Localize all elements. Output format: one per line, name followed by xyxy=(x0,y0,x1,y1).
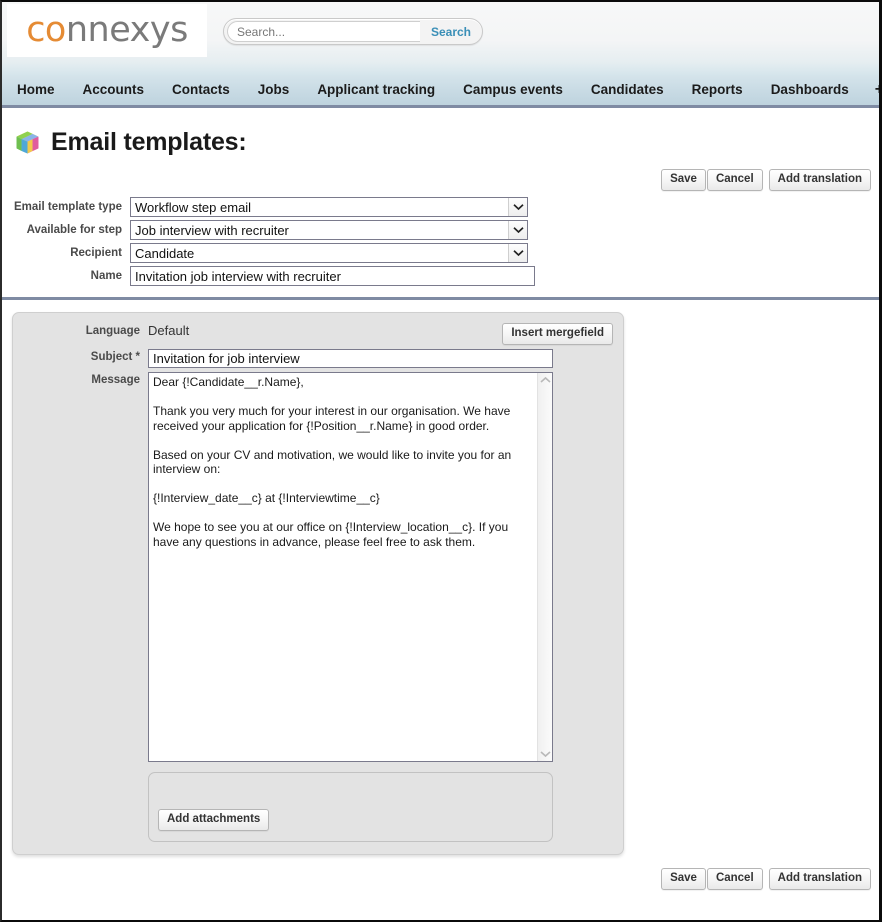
field-row-available-for-step: Available for step Job interview with re… xyxy=(2,220,879,240)
add-attachments-button[interactable]: Add attachments xyxy=(158,809,270,831)
nav-item-candidates[interactable]: Candidates xyxy=(577,75,678,105)
field-row-name: Name xyxy=(2,266,879,286)
select-available-for-step[interactable]: Job interview with recruiter xyxy=(130,220,528,240)
section-divider xyxy=(2,297,879,300)
label-available-for-step: Available for step xyxy=(26,224,122,236)
label-message: Message xyxy=(91,374,140,386)
scroll-up-icon xyxy=(539,376,551,383)
row-language: Language Default Insert mergefield xyxy=(13,323,623,345)
nav-item-home[interactable]: Home xyxy=(15,75,69,105)
translation-panel: Language Default Insert mergefield Subje… xyxy=(12,312,624,855)
row-message: Message Dear {!Candidate__r.Name}, Thank… xyxy=(13,372,623,762)
nav-item-accounts[interactable]: Accounts xyxy=(69,75,159,105)
subject-input[interactable] xyxy=(148,349,553,368)
logo-text-rest: nnexys xyxy=(65,10,188,50)
select-available-for-step-value: Job interview with recruiter xyxy=(135,222,289,238)
save-button-bottom[interactable]: Save xyxy=(661,868,706,890)
add-translation-button-bottom[interactable]: Add translation xyxy=(768,868,871,890)
page-title-row: Email templates: xyxy=(2,108,879,169)
chevron-down-icon xyxy=(508,221,527,239)
message-textarea[interactable]: Dear {!Candidate__r.Name}, Thank you ver… xyxy=(148,372,553,762)
field-row-recipient: Recipient Candidate xyxy=(2,243,879,263)
label-subject: Subject * xyxy=(90,351,140,363)
save-cancel-group-bottom: Save Cancel xyxy=(661,868,763,890)
label-name: Name xyxy=(90,270,122,282)
nav-item-applicant-tracking[interactable]: Applicant tracking xyxy=(303,75,449,105)
cube-icon xyxy=(16,131,39,154)
nav-item-contacts[interactable]: Contacts xyxy=(158,75,244,105)
save-cancel-group: Save Cancel xyxy=(661,169,763,191)
label-recipient: Recipient xyxy=(70,247,122,259)
language-line: Default Insert mergefield xyxy=(148,323,623,345)
label-language: Language xyxy=(85,325,140,337)
language-value: Default xyxy=(148,323,190,338)
nav-item-dashboards[interactable]: Dashboards xyxy=(757,75,863,105)
select-email-template-type[interactable]: Workflow step email xyxy=(130,197,528,217)
select-email-template-type-value: Workflow step email xyxy=(135,199,252,215)
page-header: connexys Search xyxy=(2,2,879,75)
application-window: connexys Search Home Accounts Contacts J… xyxy=(0,0,882,922)
select-recipient[interactable]: Candidate xyxy=(130,243,528,263)
search-button[interactable]: Search xyxy=(420,19,482,44)
toolbar-spacer-bottom xyxy=(763,868,769,890)
attachments-dropzone[interactable]: Add attachments xyxy=(148,772,553,842)
message-scrollbar[interactable] xyxy=(537,373,552,761)
global-search: Search xyxy=(223,18,483,45)
label-email-template-type: Email template type xyxy=(13,201,122,213)
logo-text-accent: co xyxy=(26,10,66,50)
nav-item-campus-events[interactable]: Campus events xyxy=(449,75,577,105)
add-tab-button[interactable]: + xyxy=(863,76,879,104)
insert-mergefield-button[interactable]: Insert mergefield xyxy=(502,323,613,345)
logo-wordmark: connexys xyxy=(26,13,188,48)
template-header-form: Email template type Workflow step email … xyxy=(2,191,879,286)
save-button-top[interactable]: Save xyxy=(661,169,706,191)
add-translation-button-top[interactable]: Add translation xyxy=(768,169,871,191)
main-navigation: Home Accounts Contacts Jobs Applicant tr… xyxy=(2,75,879,108)
cancel-button-bottom[interactable]: Cancel xyxy=(706,868,763,890)
name-input[interactable] xyxy=(130,266,535,286)
cancel-button-top[interactable]: Cancel xyxy=(706,169,763,191)
select-recipient-value: Candidate xyxy=(135,245,195,261)
field-row-email-template-type: Email template type Workflow step email xyxy=(2,197,879,217)
row-subject: Subject * xyxy=(13,349,623,368)
chevron-down-icon xyxy=(508,244,527,262)
connexys-logo[interactable]: connexys xyxy=(7,4,207,57)
chevron-down-icon xyxy=(508,198,527,216)
nav-item-reports[interactable]: Reports xyxy=(678,75,757,105)
bottom-toolbar: Save Cancel Add translation xyxy=(2,855,879,890)
scroll-down-icon xyxy=(539,751,551,758)
nav-item-jobs[interactable]: Jobs xyxy=(244,75,304,105)
search-input[interactable] xyxy=(227,21,420,42)
message-text[interactable]: Dear {!Candidate__r.Name}, Thank you ver… xyxy=(149,373,537,761)
page-title: Email templates: xyxy=(51,128,247,156)
top-toolbar: Save Cancel Add translation xyxy=(2,169,879,191)
